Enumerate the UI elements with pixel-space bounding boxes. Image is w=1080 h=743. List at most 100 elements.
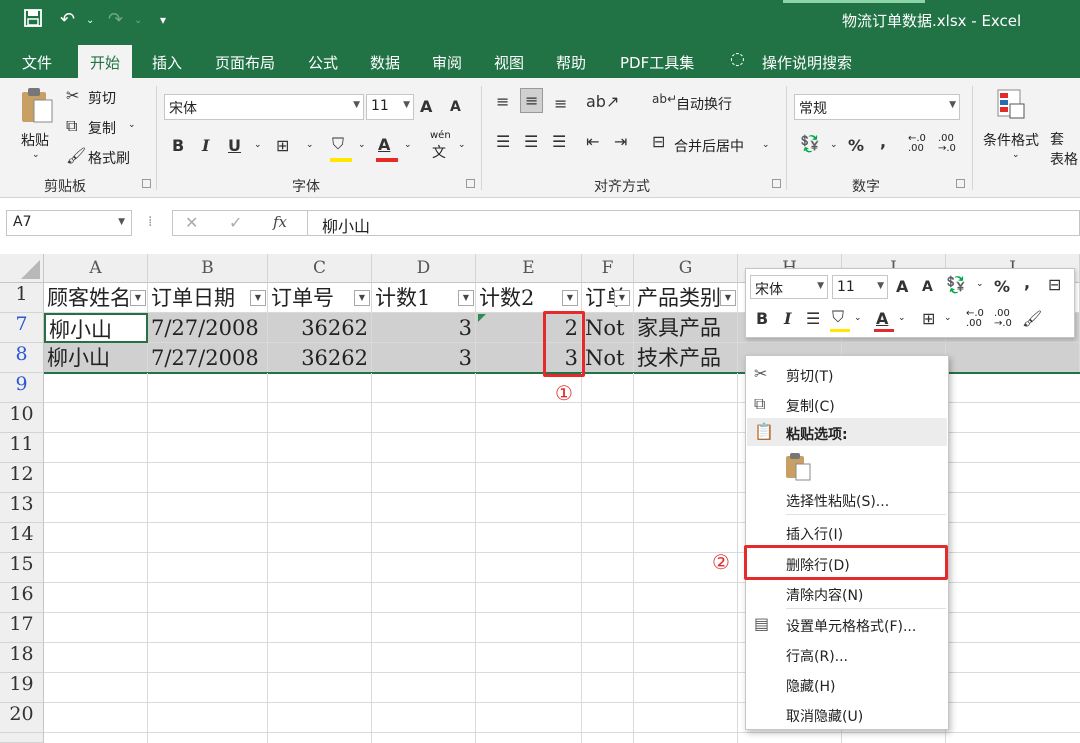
mini-borders-dropdown-icon[interactable]: ⌄: [944, 313, 952, 323]
mini-shrink-font-icon[interactable]: A: [922, 279, 933, 295]
cell[interactable]: [946, 343, 1080, 373]
underline-dropdown-icon[interactable]: ⌄: [254, 140, 262, 150]
align-left-icon[interactable]: ☰: [496, 132, 510, 151]
decrease-font-size-icon[interactable]: A: [450, 99, 461, 115]
formula-input[interactable]: 柳小山: [307, 210, 1080, 236]
active-cell[interactable]: 柳小山: [44, 313, 148, 343]
mini-font-size-combo[interactable]: 11 ▼: [832, 275, 888, 299]
font-color-dropdown-icon[interactable]: ⌄: [404, 140, 412, 150]
mini-italic-button[interactable]: I: [784, 309, 791, 328]
align-bottom-icon[interactable]: ≡: [554, 94, 567, 113]
column-header[interactable]: D: [372, 254, 476, 283]
merge-dropdown-icon[interactable]: ⌄: [762, 140, 770, 150]
align-center-icon[interactable]: ☰: [524, 132, 538, 151]
cancel-icon[interactable]: ✕: [185, 213, 198, 232]
clipboard-launcher-icon[interactable]: [142, 179, 151, 188]
phonetic-dropdown-icon[interactable]: ⌄: [458, 140, 466, 150]
fill-color-dropdown-icon[interactable]: ⌄: [358, 140, 366, 150]
column-header[interactable]: E: [476, 254, 582, 283]
bold-button[interactable]: B: [172, 136, 184, 155]
row-header[interactable]: 20: [0, 703, 44, 733]
mini-fill-dropdown-icon[interactable]: ⌄: [854, 313, 862, 323]
redo-dropdown-icon[interactable]: ⌄: [134, 15, 142, 26]
filter-active-icon[interactable]: ▼: [562, 290, 578, 306]
tab-home[interactable]: 开始: [78, 45, 133, 78]
phonetic-guide-icon[interactable]: 文: [432, 142, 446, 162]
filter-dropdown-icon[interactable]: ▼: [250, 290, 266, 306]
row-header[interactable]: 19: [0, 673, 44, 703]
number-format-combo[interactable]: 常规 ▼: [794, 94, 960, 120]
column-header[interactable]: C: [268, 254, 372, 283]
menu-item-clear-contents[interactable]: 清除内容(N): [786, 585, 863, 605]
increase-font-size-icon[interactable]: A: [420, 97, 432, 116]
align-middle-icon[interactable]: ≡: [520, 88, 544, 113]
filter-dropdown-icon[interactable]: ▼: [130, 290, 146, 306]
mini-align-center-icon[interactable]: ☰: [806, 309, 820, 328]
percent-button[interactable]: %: [848, 136, 864, 155]
borders-dropdown-icon[interactable]: ⌄: [306, 140, 314, 150]
tab-page-layout[interactable]: 页面布局: [215, 52, 275, 73]
align-top-icon[interactable]: ≡: [496, 92, 509, 111]
cell[interactable]: 3: [372, 313, 476, 343]
mini-accounting-icon[interactable]: 💱: [946, 275, 966, 294]
cell[interactable]: 家具产品: [634, 313, 738, 343]
menu-item-insert-row[interactable]: 插入行(I): [786, 524, 843, 544]
chevron-down-icon[interactable]: ▼: [817, 281, 824, 291]
alignment-launcher-icon[interactable]: [772, 179, 781, 188]
cell[interactable]: 3: [372, 343, 476, 373]
paste-icon[interactable]: [20, 86, 54, 128]
filter-dropdown-icon[interactable]: ▼: [354, 290, 370, 306]
mini-grow-font-icon[interactable]: A: [896, 277, 908, 296]
undo-dropdown-icon[interactable]: ⌄: [86, 15, 94, 26]
row-header[interactable]: [0, 733, 44, 743]
row-header[interactable]: 7: [0, 313, 44, 343]
chevron-down-icon[interactable]: ▼: [949, 100, 956, 110]
tab-insert[interactable]: 插入: [152, 52, 182, 73]
font-name-combo[interactable]: 宋体 ▼: [164, 94, 364, 120]
accounting-format-icon[interactable]: 💱: [800, 134, 820, 153]
mini-fill-color-icon[interactable]: ⛉: [832, 307, 844, 327]
mini-borders-icon[interactable]: ⊞: [922, 309, 935, 328]
row-header[interactable]: 17: [0, 613, 44, 643]
cell[interactable]: Not: [582, 343, 634, 373]
column-header[interactable]: G: [634, 254, 738, 283]
merge-center-icon[interactable]: ⊟: [652, 132, 665, 151]
wrap-text-button[interactable]: 自动换行: [676, 94, 732, 114]
tell-me-search[interactable]: 操作说明搜索: [762, 52, 852, 73]
format-as-table-button[interactable]: 套 表格: [1050, 130, 1078, 170]
menu-item-row-height[interactable]: 行高(R)...: [786, 646, 848, 666]
borders-icon[interactable]: ⊞: [276, 136, 289, 155]
row-header[interactable]: 16: [0, 583, 44, 613]
mini-comma-button[interactable]: ,: [1024, 273, 1030, 292]
filter-dropdown-icon[interactable]: ▼: [720, 290, 736, 306]
cell[interactable]: 7/27/2008: [148, 343, 268, 373]
fill-color-icon[interactable]: ⛉: [332, 134, 344, 154]
mini-format-table-icon[interactable]: ⊟: [1048, 275, 1061, 294]
row-header[interactable]: 18: [0, 643, 44, 673]
increase-decimal-icon[interactable]: ←.0.00: [908, 134, 926, 154]
cell[interactable]: 36262: [268, 313, 372, 343]
font-size-combo[interactable]: 11 ▼: [366, 94, 414, 120]
redo-icon[interactable]: ↷: [108, 9, 123, 30]
tab-review[interactable]: 审阅: [432, 52, 462, 73]
mini-font-color-dropdown-icon[interactable]: ⌄: [898, 313, 906, 323]
menu-item-format-cells[interactable]: 设置单元格格式(F)...: [786, 616, 916, 636]
increase-indent-icon[interactable]: ⇥: [614, 132, 627, 151]
mini-font-name-combo[interactable]: 宋体 ▼: [750, 275, 828, 299]
menu-item-copy[interactable]: 复制(C): [786, 396, 835, 416]
column-header[interactable]: B: [148, 254, 268, 283]
font-launcher-icon[interactable]: [466, 179, 475, 188]
accounting-dropdown-icon[interactable]: ⌄: [830, 140, 838, 150]
tab-formulas[interactable]: 公式: [308, 52, 338, 73]
column-header[interactable]: F: [582, 254, 634, 283]
undo-icon[interactable]: ↶: [60, 9, 75, 30]
tab-file[interactable]: 文件: [22, 52, 52, 73]
row-header[interactable]: 1: [0, 283, 44, 313]
row-header[interactable]: 11: [0, 433, 44, 463]
row-header[interactable]: 9: [0, 373, 44, 403]
save-icon[interactable]: [24, 9, 42, 32]
cut-button[interactable]: 剪切: [88, 88, 116, 108]
tab-pdf-tools[interactable]: PDF工具集: [620, 52, 694, 73]
cell[interactable]: 7/27/2008: [148, 313, 268, 343]
paste-dropdown-icon[interactable]: ⌄: [32, 150, 40, 160]
